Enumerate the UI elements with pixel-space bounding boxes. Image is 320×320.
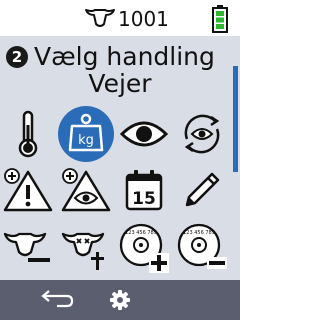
action-menu: 2 Vælg handling Vejer kg 15 123 456 789 … (0, 36, 240, 280)
action-observe[interactable] (116, 106, 172, 162)
calendar-icon: 15 (125, 170, 163, 211)
back-button[interactable] (30, 280, 80, 320)
bottom-bar (0, 280, 240, 320)
cow-head-icon (85, 9, 115, 27)
action-weigh[interactable]: kg (58, 106, 114, 162)
weigh-kg-icon: kg (58, 106, 114, 162)
thermometer-icon (18, 110, 38, 158)
remove-tag-number: 123 456 789 (183, 230, 215, 236)
action-edit[interactable] (174, 162, 230, 218)
step-number-badge: 2 (6, 46, 28, 68)
animal-id: 1001 (118, 7, 169, 31)
add-observation-icon (61, 168, 111, 212)
action-add-observation[interactable] (58, 162, 114, 218)
status-bar: 1001 (0, 0, 240, 36)
page-title: Vælg handling (34, 42, 215, 71)
pencil-icon (185, 172, 220, 207)
eye-cycle-icon (184, 114, 220, 154)
scrollbar-thumb[interactable] (233, 66, 238, 172)
action-remove-animal[interactable] (0, 220, 56, 276)
action-repeat-observation[interactable] (174, 106, 230, 162)
title-row: 2 Vælg handling (0, 42, 240, 72)
page-subtitle: Vejer (88, 69, 152, 98)
calendar-day-label: 15 (132, 189, 156, 209)
action-dead-animal[interactable] (58, 220, 114, 276)
action-temperature[interactable] (0, 106, 56, 162)
add-tag-number: 123 456 789 (125, 230, 157, 236)
dead-animal-icon (61, 232, 105, 270)
action-add-warning[interactable] (0, 162, 56, 218)
battery-full-icon (212, 5, 228, 33)
eye-icon (119, 121, 169, 147)
remove-tag-icon: 123 456 789 (177, 223, 227, 269)
weigh-kg-label: kg (78, 133, 94, 148)
settings-button[interactable] (100, 280, 140, 320)
action-add-tag[interactable]: 123 456 789 (116, 220, 172, 276)
device-screen: 1001 2 Vælg handling Vejer kg 15 123 456… (0, 0, 240, 320)
action-remove-tag[interactable]: 123 456 789 (174, 220, 230, 276)
back-arrow-icon (41, 290, 74, 308)
add-tag-icon: 123 456 789 (119, 223, 169, 273)
gear-icon (110, 290, 130, 310)
action-calendar[interactable]: 15 (116, 162, 172, 218)
add-warning-icon (3, 168, 53, 212)
remove-animal-icon (3, 232, 50, 262)
